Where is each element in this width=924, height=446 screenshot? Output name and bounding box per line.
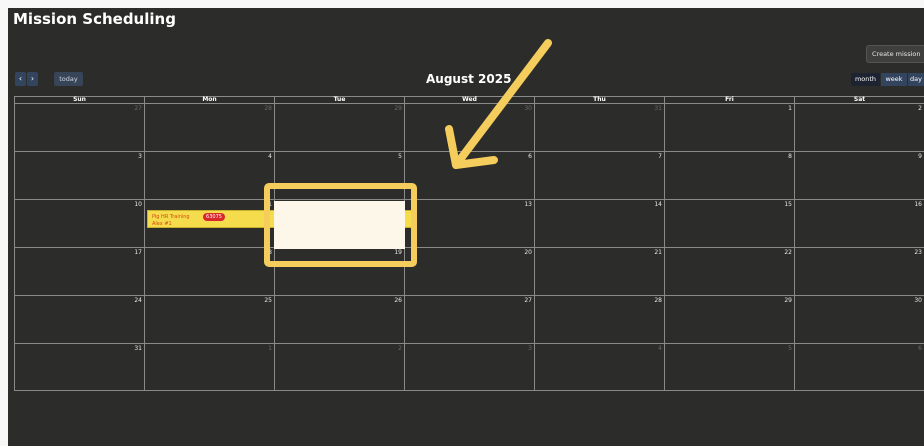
annotation-arrow-icon bbox=[445, 39, 552, 169]
